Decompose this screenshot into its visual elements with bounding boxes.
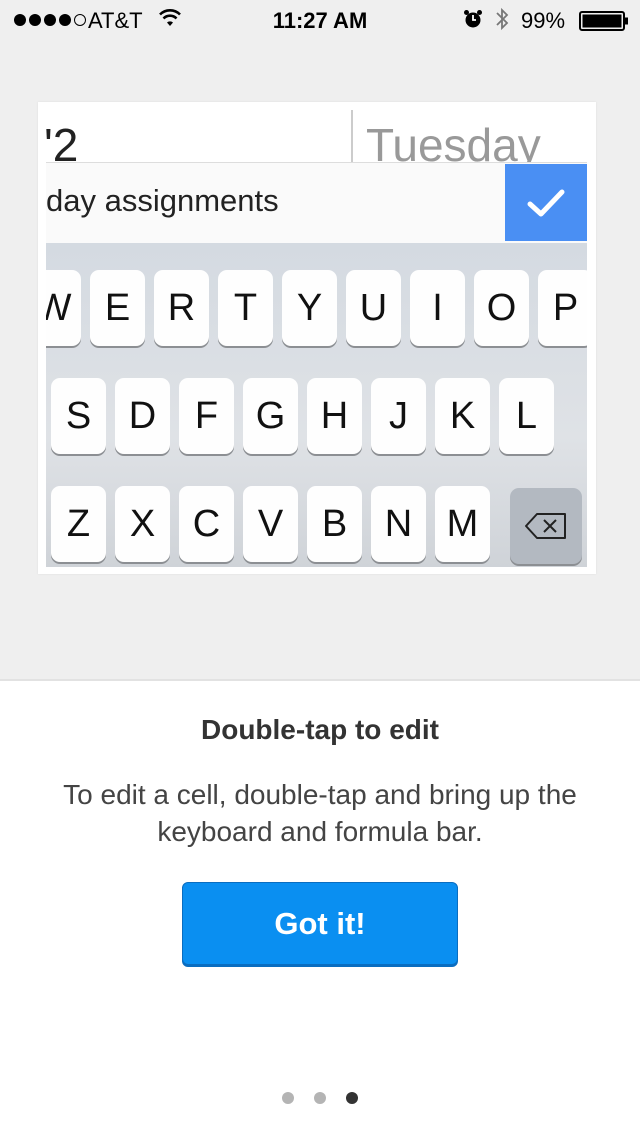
page-dot-2[interactable] [314,1092,326,1104]
cell-day: Tuesday [366,119,541,162]
alarm-icon [463,9,483,35]
battery-percentage: 99% [521,8,566,33]
key-s: S [51,378,106,454]
page-dot-1[interactable] [282,1092,294,1104]
got-it-button[interactable]: Got it! [182,882,458,965]
formula-text: day assignments [46,183,279,218]
tutorial-preview-image: '2 Tuesday day assignments WERTYUIOP SDF… [38,102,596,574]
key-z: Z [51,486,106,562]
key-x: X [115,486,170,562]
key-n: N [371,486,426,562]
checkmark-icon [527,189,565,216]
key-g: G [243,378,298,454]
key-v: V [243,486,298,562]
key-e: E [90,270,145,346]
key-j: J [371,378,426,454]
page-indicator[interactable] [0,1092,640,1104]
key-k: K [435,378,490,454]
key-w: W [46,270,81,346]
key-f: F [179,378,234,454]
confirm-button [505,164,587,241]
key-h: H [307,378,362,454]
key-b: B [307,486,362,562]
key-u: U [346,270,401,346]
key-d: D [115,378,170,454]
key-o: O [474,270,529,346]
key-p: P [538,270,587,346]
key-r: R [154,270,209,346]
cell-number: '2 [44,119,79,162]
key-m: M [435,486,490,562]
page-dot-3[interactable] [346,1092,358,1104]
tutorial-description: To edit a cell, double-tap and bring up … [63,779,577,847]
key-t: T [218,270,273,346]
keyboard: WERTYUIOP SDFGHJKL ZXCVBNM [46,243,587,567]
tutorial-illustration-area: AT&T 11:27 AM 99% '2 Tuesday day assignm… [0,0,640,681]
backspace-icon [525,513,566,539]
battery-icon [579,11,629,37]
key-i: I [410,270,465,346]
key-y: Y [282,270,337,346]
bluetooth-icon [494,6,510,38]
tutorial-heading: Double-tap to edit [201,714,439,745]
key-c: C [179,486,234,562]
key-l: L [499,378,554,454]
status-bar: AT&T 11:27 AM 99% [0,0,640,40]
backspace-key [510,488,582,564]
formula-bar: day assignments [46,162,587,244]
column-divider [351,110,353,162]
spreadsheet-row: '2 Tuesday [38,102,596,162]
